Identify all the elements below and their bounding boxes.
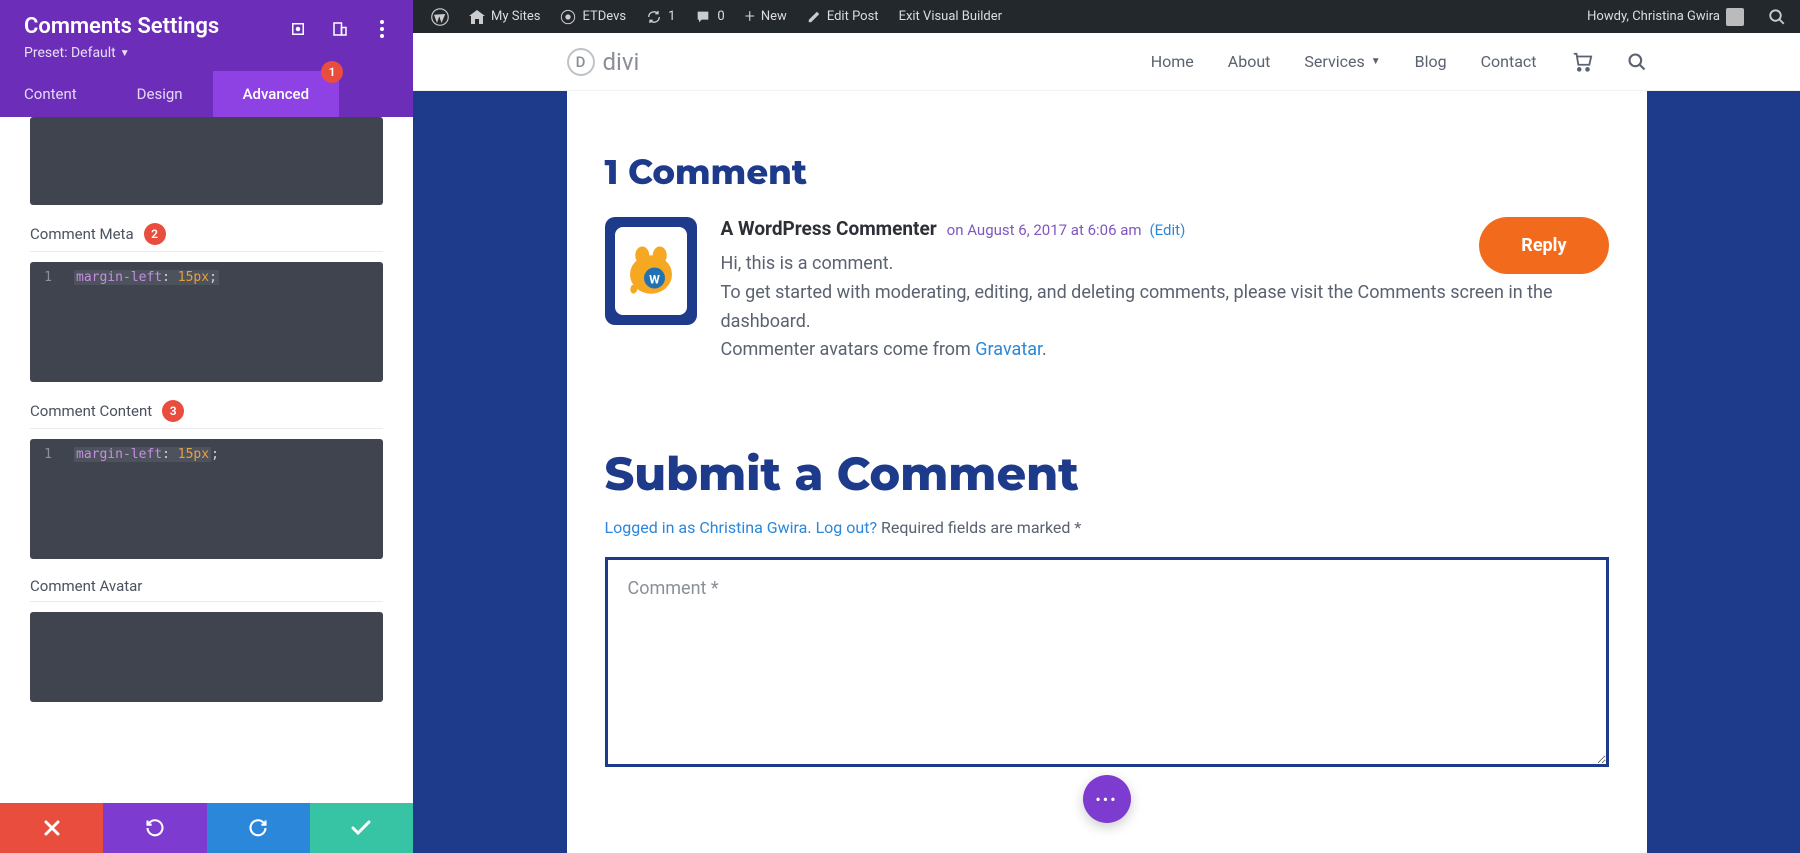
required-note: Required fields are marked * <box>881 518 1081 537</box>
new-link[interactable]: +New <box>735 0 797 33</box>
cancel-button[interactable] <box>0 803 103 853</box>
preset-label: Preset: Default <box>24 45 116 61</box>
section-label-text: Comment Meta <box>30 225 134 243</box>
tab-advanced-label: Advanced <box>243 85 309 103</box>
chevron-down-icon: ▼ <box>1371 56 1381 67</box>
search-icon[interactable] <box>1762 0 1792 33</box>
comment-author[interactable]: A WordPress Commenter <box>721 217 937 240</box>
panel-body: Comment Meta 2 1 margin-left: 15px; Comm… <box>0 117 413 803</box>
line-number: 1 <box>30 447 66 462</box>
code-text: margin-left: 15px; <box>66 270 383 285</box>
builder-fab[interactable]: ••• <box>1083 775 1131 823</box>
code-editor-meta[interactable]: 1 margin-left: 15px; <box>30 262 383 382</box>
line-number: 1 <box>30 270 66 285</box>
sidebar-header: Comments Settings Preset: Default ▼ <box>0 0 413 71</box>
code-block-prev[interactable] <box>30 117 383 205</box>
site-nav: Home About Services▼ Blog Contact <box>1151 51 1647 73</box>
badge-3: 3 <box>162 400 184 422</box>
exit-builder-link[interactable]: Exit Visual Builder <box>889 0 1012 33</box>
comment-avatar: W <box>605 217 697 325</box>
nav-blog[interactable]: Blog <box>1415 52 1447 71</box>
code-text: margin-left: 15px; <box>66 447 383 462</box>
section-comment-avatar[interactable]: Comment Avatar <box>30 577 383 602</box>
comment-textarea[interactable] <box>605 557 1609 767</box>
logo-badge: D <box>567 48 595 76</box>
site-logo[interactable]: D divi <box>567 48 640 76</box>
comment-meta: on August 6, 2017 at 6:06 am <box>947 221 1142 239</box>
section-label-text: Comment Avatar <box>30 577 142 595</box>
nav-contact[interactable]: Contact <box>1481 52 1537 71</box>
edit-post-link[interactable]: Edit Post <box>797 0 889 33</box>
user-avatar-icon <box>1726 8 1744 26</box>
comment-body: A WordPress Commenter on August 6, 2017 … <box>721 217 1609 365</box>
nav-services[interactable]: Services▼ <box>1304 52 1380 71</box>
page-wrap: 1 Comment W <box>413 91 1800 853</box>
search-icon[interactable] <box>1627 52 1647 72</box>
chevron-down-icon: ▼ <box>120 48 130 59</box>
comments-heading: 1 Comment <box>605 151 1609 193</box>
site-link[interactable]: ETDevs <box>550 0 636 33</box>
comment-edit-link[interactable]: (Edit) <box>1150 221 1186 239</box>
logout-link[interactable]: Log out? <box>816 518 877 537</box>
responsive-icon[interactable] <box>329 18 351 40</box>
expand-icon[interactable] <box>287 18 309 40</box>
badge-2: 2 <box>144 223 166 245</box>
section-comment-content[interactable]: Comment Content 3 <box>30 400 383 429</box>
redo-button[interactable] <box>207 803 310 853</box>
code-editor-content[interactable]: 1 margin-left: 15px; <box>30 439 383 559</box>
settings-sidebar: Comments Settings Preset: Default ▼ Cont… <box>0 0 413 853</box>
nav-home[interactable]: Home <box>1151 52 1194 71</box>
gravatar-link[interactable]: Gravatar <box>975 339 1042 360</box>
reply-button[interactable]: Reply <box>1479 217 1608 274</box>
comment-text: Hi, this is a comment. To get started wi… <box>721 250 1609 365</box>
more-icon[interactable] <box>371 18 393 40</box>
submit-heading: Submit a Comment <box>605 445 1609 502</box>
logo-text: divi <box>603 48 640 76</box>
preset-selector[interactable]: Preset: Default ▼ <box>24 45 389 61</box>
tabs: Content Design Advanced 1 <box>0 71 413 117</box>
comment-item: W A WordPress Commenter on August 6, 201… <box>605 217 1609 365</box>
section-label-text: Comment Content <box>30 402 152 420</box>
logged-in-link[interactable]: Logged in as Christina Gwira <box>605 518 808 537</box>
wapuu-icon: W <box>623 243 679 299</box>
comments-link[interactable]: 0 <box>685 0 734 33</box>
nav-about[interactable]: About <box>1228 52 1271 71</box>
wp-logo-icon[interactable] <box>421 0 459 33</box>
tab-content[interactable]: Content <box>0 71 107 117</box>
page-content: 1 Comment W <box>567 91 1647 853</box>
tab-design[interactable]: Design <box>107 71 213 117</box>
cart-icon[interactable] <box>1571 51 1593 73</box>
sidebar-footer <box>0 803 413 853</box>
code-editor-avatar[interactable] <box>30 612 383 702</box>
howdy-user[interactable]: Howdy, Christina Gwira <box>1577 0 1754 33</box>
main-area: My Sites ETDevs 1 0 +New Edit Post Exit … <box>413 0 1800 853</box>
svg-text:W: W <box>649 272 660 286</box>
tab-badge: 1 <box>321 61 343 83</box>
updates-link[interactable]: 1 <box>636 0 685 33</box>
undo-button[interactable] <box>103 803 206 853</box>
save-button[interactable] <box>310 803 413 853</box>
tab-advanced[interactable]: Advanced 1 <box>213 71 339 117</box>
submit-meta: Logged in as Christina Gwira. Log out? R… <box>605 518 1609 537</box>
site-header: D divi Home About Services▼ Blog Contact <box>413 33 1800 91</box>
my-sites-link[interactable]: My Sites <box>459 0 550 33</box>
wp-admin-bar: My Sites ETDevs 1 0 +New Edit Post Exit … <box>413 0 1800 33</box>
section-comment-meta[interactable]: Comment Meta 2 <box>30 223 383 252</box>
